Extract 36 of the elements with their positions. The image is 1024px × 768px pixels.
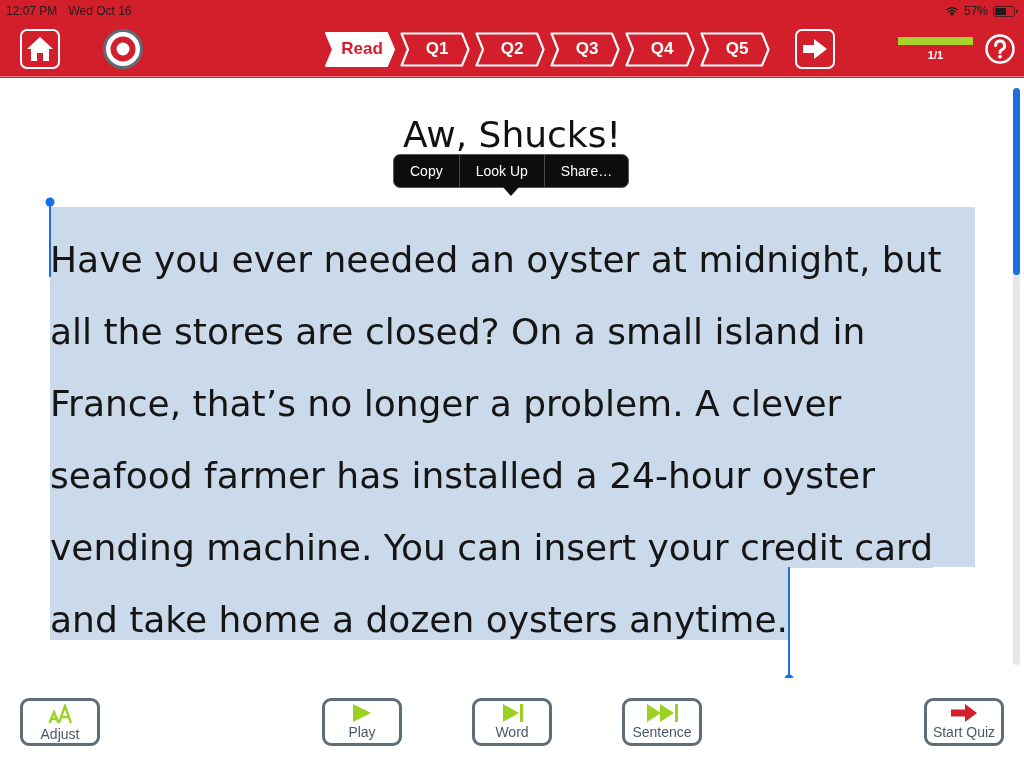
play-icon bbox=[352, 704, 372, 722]
selection-handle-icon bbox=[45, 197, 55, 277]
battery-percent: 57% bbox=[963, 4, 988, 18]
tab[interactable]: Q3 bbox=[550, 31, 620, 67]
help-button[interactable] bbox=[985, 34, 1015, 64]
start-quiz-button[interactable]: Start Quiz bbox=[924, 698, 1004, 746]
menu-item[interactable]: Share… bbox=[543, 155, 629, 187]
sentence-button[interactable]: Sentence bbox=[622, 698, 702, 746]
progress-label: 1/1 bbox=[927, 48, 944, 62]
tab[interactable]: Read bbox=[325, 31, 395, 67]
font-size-icon bbox=[47, 704, 73, 724]
fast-forward-icon bbox=[646, 704, 678, 722]
play-button[interactable]: Play bbox=[322, 698, 402, 746]
tab[interactable]: Q2 bbox=[475, 31, 545, 67]
status-date: Wed Oct 16 bbox=[68, 4, 132, 18]
battery-icon bbox=[993, 5, 1018, 17]
home-button[interactable] bbox=[20, 29, 60, 69]
arrow-right-icon bbox=[802, 38, 828, 60]
article-title: Aw, Shucks! bbox=[402, 113, 622, 157]
record-icon bbox=[103, 29, 143, 69]
arrow-right-icon bbox=[950, 704, 978, 722]
wifi-icon bbox=[944, 6, 959, 16]
tab[interactable]: Q5 bbox=[700, 31, 770, 67]
help-icon bbox=[985, 34, 1015, 64]
tab[interactable]: Q4 bbox=[625, 31, 695, 67]
menu-item[interactable]: Copy bbox=[394, 155, 459, 187]
status-time: 12:07 PM bbox=[6, 4, 58, 18]
word-button[interactable]: Word bbox=[472, 698, 552, 746]
adjust-button[interactable]: Adjust bbox=[20, 698, 100, 746]
home-icon bbox=[26, 36, 54, 62]
tab[interactable]: Q1 bbox=[400, 31, 470, 67]
skip-forward-icon bbox=[501, 704, 523, 722]
next-button[interactable] bbox=[795, 29, 835, 69]
selection-handle-icon bbox=[784, 567, 794, 678]
scrollbar-thumb[interactable] bbox=[1013, 88, 1020, 275]
record-button[interactable] bbox=[103, 29, 143, 69]
